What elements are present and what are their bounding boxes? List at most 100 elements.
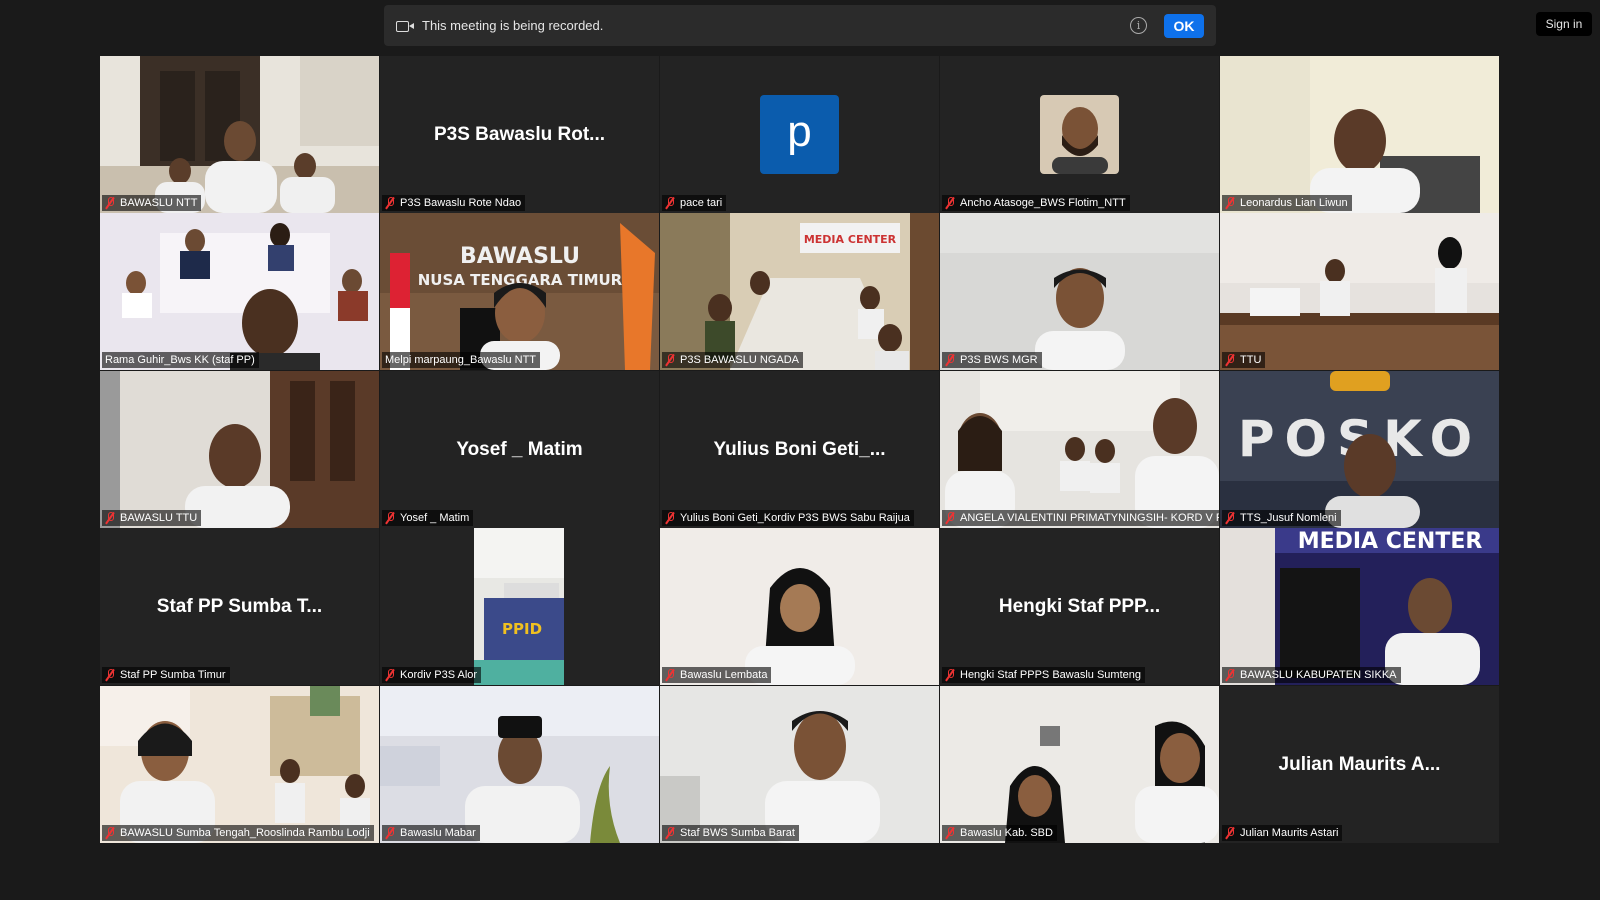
participant-tile[interactable]: p pace tari <box>660 56 939 213</box>
participant-display-name: Staf PP Sumba T... <box>156 595 323 617</box>
mic-muted-icon <box>385 196 395 210</box>
participant-tile[interactable]: Ancho Atasoge_BWS Flotim_NTT <box>940 56 1219 213</box>
participant-label: Ancho Atasoge_BWS Flotim_NTT <box>942 195 1130 211</box>
participant-display-name: Julian Maurits A... <box>1278 753 1441 775</box>
participant-tile[interactable]: P3S Bawaslu Rot... P3S Bawaslu Rote Ndao <box>380 56 659 213</box>
recording-message: This meeting is being recorded. <box>422 18 604 33</box>
participant-label: TTU <box>1222 352 1266 368</box>
participant-tile[interactable]: BAWASLU Sumba Tengah_Rooslinda Rambu Lod… <box>100 686 379 843</box>
video-feed <box>100 56 379 213</box>
participant-label: TTS_Jusuf Nomleni <box>1222 510 1341 526</box>
mic-muted-icon <box>945 196 955 210</box>
participant-tile[interactable]: Yulius Boni Geti_... Yulius Boni Geti_Ko… <box>660 371 939 528</box>
participant-label: BAWASLU KABUPATEN SIKKA <box>1222 667 1401 683</box>
participant-tile[interactable]: Hengki Staf PPP... Hengki Staf PPPS Bawa… <box>940 528 1219 685</box>
mic-muted-icon <box>665 826 675 840</box>
participant-tile[interactable]: Bawaslu Kab. SBD <box>940 686 1219 843</box>
mic-muted-icon <box>105 511 115 525</box>
info-icon[interactable]: i <box>1130 17 1147 34</box>
participant-tile[interactable]: MEDIA CENTER P3S BAWASLU NGADA <box>660 213 939 370</box>
mic-muted-icon <box>665 511 675 525</box>
mic-muted-icon <box>1225 826 1235 840</box>
sign-in-button[interactable]: Sign in <box>1536 12 1592 36</box>
participant-tile-active-speaker[interactable]: BAWASLU NUSA TENGGARA TIMUR Melpi marpau… <box>380 213 659 370</box>
participant-tile[interactable]: Bawaslu Mabar <box>380 686 659 843</box>
participant-tile[interactable]: TTU <box>1220 213 1499 370</box>
participant-label: Yulius Boni Geti_Kordiv P3S BWS Sabu Rai… <box>662 510 914 526</box>
participant-display-name: Yosef _ Matim <box>456 438 583 460</box>
participant-display-name: Hengki Staf PPP... <box>998 595 1161 617</box>
participant-label: Yosef _ Matim <box>382 510 474 526</box>
video-feed <box>660 686 939 843</box>
participant-tile[interactable]: Leonardus Lian Liwun <box>1220 56 1499 213</box>
participant-tile[interactable]: Julian Maurits A... Julian Maurits Astar… <box>1220 686 1499 843</box>
participant-label: Kordiv P3S Alor <box>382 667 482 683</box>
mic-muted-icon <box>945 826 955 840</box>
video-feed <box>940 371 1219 528</box>
mic-muted-icon <box>665 668 675 682</box>
participant-tile[interactable]: ANGELA VIALENTINI PRIMATYNINGSIH- KORD V… <box>940 371 1219 528</box>
participant-tile[interactable]: PPID Kordiv P3S Alor <box>380 528 659 685</box>
mic-muted-icon <box>385 511 395 525</box>
svg-text:PPID: PPID <box>502 620 542 638</box>
participant-label: Bawaslu Lembata <box>662 667 772 683</box>
mic-muted-icon <box>1225 668 1235 682</box>
participant-label: BAWASLU Sumba Tengah_Rooslinda Rambu Lod… <box>102 825 374 841</box>
participant-tile[interactable]: BAWASLU TTU <box>100 371 379 528</box>
participant-label: BAWASLU NTT <box>102 195 202 211</box>
participant-label: BAWASLU TTU <box>102 510 202 526</box>
participant-tile[interactable]: Staf BWS Sumba Barat <box>660 686 939 843</box>
participant-label: Melpi marpaung_Bawaslu NTT <box>382 352 541 368</box>
video-feed: BAWASLU NUSA TENGGARA TIMUR <box>380 213 659 370</box>
participant-tile[interactable]: BAWASLU NTT <box>100 56 379 213</box>
video-feed: PPID <box>474 528 564 685</box>
mic-muted-icon <box>105 668 115 682</box>
participant-label: ANGELA VIALENTINI PRIMATYNINGSIH- KORD V… <box>942 510 1219 526</box>
mic-muted-icon <box>385 826 395 840</box>
participant-tile[interactable]: Rama Guhir_Bws KK (staf PP) <box>100 213 379 370</box>
participant-label: P3S Bawaslu Rote Ndao <box>382 195 526 211</box>
participant-label: P3S BAWASLU NGADA <box>662 352 803 368</box>
mic-muted-icon <box>1225 196 1235 210</box>
video-feed <box>660 528 939 685</box>
avatar <box>1040 95 1119 174</box>
participant-tile[interactable]: MEDIA CENTER BAWASLU KABUPATEN SIKKA <box>1220 528 1499 685</box>
video-feed <box>100 213 379 370</box>
mic-muted-icon <box>945 668 955 682</box>
recording-camera-icon <box>396 20 414 32</box>
participant-label: pace tari <box>662 195 727 211</box>
mic-muted-icon <box>1225 511 1235 525</box>
recording-banner: This meeting is being recorded. i OK <box>384 5 1216 46</box>
participant-label: Julian Maurits Astari <box>1222 825 1343 841</box>
ok-button[interactable]: OK <box>1164 14 1204 38</box>
participant-label: Rama Guhir_Bws KK (staf PP) <box>102 352 259 368</box>
avatar: p <box>760 95 839 174</box>
participant-tile[interactable]: Staf PP Sumba T... Staf PP Sumba Timur <box>100 528 379 685</box>
participant-display-name: Yulius Boni Geti_... <box>713 438 886 460</box>
mic-muted-icon <box>665 196 675 210</box>
mic-muted-icon <box>105 196 115 210</box>
video-feed <box>1220 213 1499 370</box>
participant-tile[interactable]: POSKO TTS_Jusuf Nomleni <box>1220 371 1499 528</box>
mic-muted-icon <box>1225 353 1235 367</box>
mic-muted-icon <box>385 668 395 682</box>
mic-muted-icon <box>945 511 955 525</box>
video-feed: POSKO <box>1220 371 1499 528</box>
participant-label: Staf BWS Sumba Barat <box>662 825 799 841</box>
svg-text:MEDIA CENTER: MEDIA CENTER <box>1298 529 1483 554</box>
participant-label: Leonardus Lian Liwun <box>1222 195 1352 211</box>
participant-label: P3S BWS MGR <box>942 352 1042 368</box>
participant-display-name: P3S Bawaslu Rot... <box>433 123 606 145</box>
participant-tile[interactable]: Bawaslu Lembata <box>660 528 939 685</box>
svg-text:MEDIA CENTER: MEDIA CENTER <box>804 233 897 246</box>
mic-muted-icon <box>945 353 955 367</box>
participant-tile[interactable]: Yosef _ Matim Yosef _ Matim <box>380 371 659 528</box>
video-feed <box>1220 56 1499 213</box>
participant-tile[interactable]: P3S BWS MGR <box>940 213 1219 370</box>
participant-label: Hengki Staf PPPS Bawaslu Sumteng <box>942 667 1145 683</box>
participant-label: Staf PP Sumba Timur <box>102 667 230 683</box>
video-feed: MEDIA CENTER <box>660 213 939 370</box>
video-feed <box>100 371 379 528</box>
svg-text:BAWASLU: BAWASLU <box>460 244 580 269</box>
video-feed <box>380 686 659 843</box>
